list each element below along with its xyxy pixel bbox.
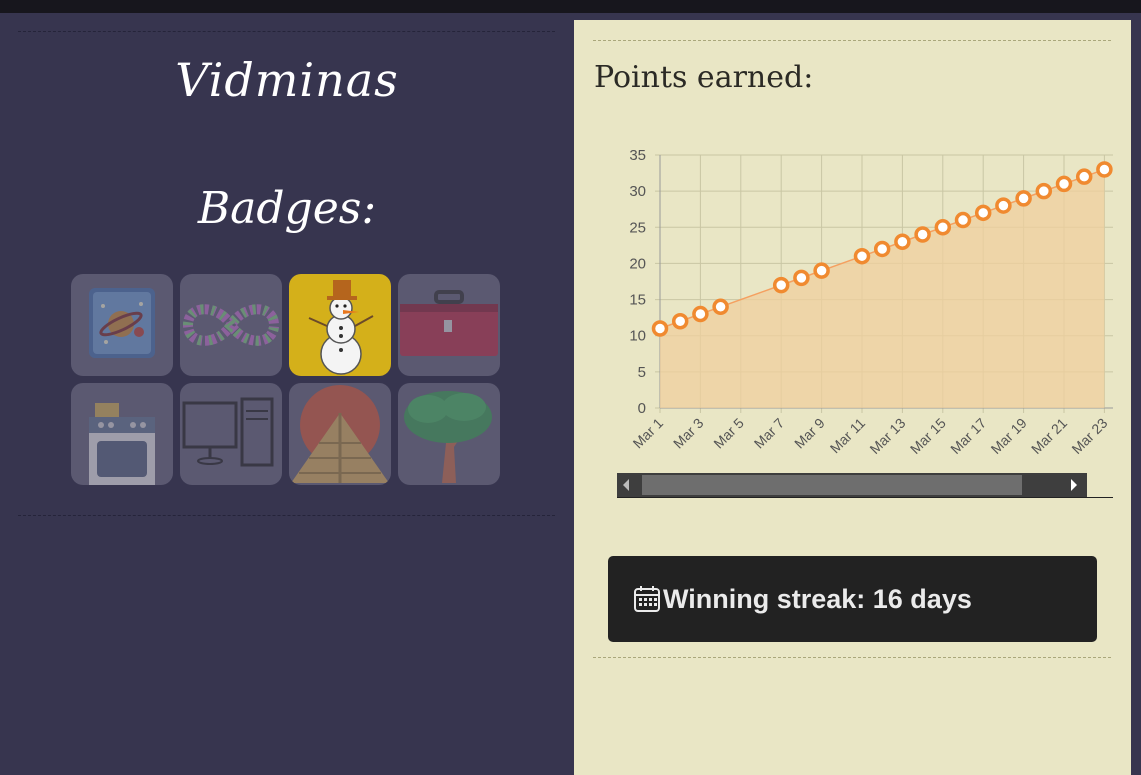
data-point <box>772 276 790 294</box>
data-point <box>671 313 689 330</box>
badge-oven[interactable] <box>71 383 173 485</box>
points-heading: Points earned: <box>594 60 814 95</box>
points-chart: 0 5 10 15 20 25 30 35 Mar 1 Mar 3 Mar 5 Mar 7 Mar 9M… <box>590 135 1113 499</box>
x-tick-label: Mar 5 <box>710 415 747 452</box>
badge-tree[interactable] <box>398 383 500 485</box>
badge-grid <box>71 274 503 488</box>
points-chart-svg: 05101520253035Mar 1 Mar 3 Mar 5 Mar 7 Mar 9M… <box>629 147 1113 457</box>
computer-icon <box>182 397 274 467</box>
stats-panel: Points earned: 0 5 10 15 20 25 30 35 Mar 1 Mar 3M… <box>574 20 1131 775</box>
badge-computer[interactable] <box>180 383 282 485</box>
username-heading: Vidminas <box>175 53 399 107</box>
scroll-right-icon[interactable] <box>1071 479 1077 491</box>
y-tick-label: 0 <box>638 400 646 417</box>
data-point <box>1096 161 1113 178</box>
x-tick-label: Mar 23 <box>1068 415 1110 457</box>
calendar-icon <box>634 586 660 612</box>
x-tick-label: Mar 13 <box>866 415 908 457</box>
streak-text: Winning streak: 16 days <box>663 583 972 614</box>
badge-snowman[interactable] <box>289 274 391 376</box>
scroll-left-icon[interactable] <box>623 479 629 491</box>
y-tick-label: 20 <box>629 255 646 272</box>
data-point <box>894 233 911 250</box>
data-point <box>793 269 810 287</box>
data-point <box>934 219 952 236</box>
profile-panel: Vidminas Badges: <box>0 13 574 775</box>
data-point <box>651 320 669 337</box>
snowman-icon <box>308 280 374 375</box>
top-bar <box>0 0 1141 13</box>
x-tick-label: Mar 17 <box>947 415 989 457</box>
badge-infinity[interactable] <box>180 274 282 376</box>
x-tick-label: Mar 19 <box>988 415 1030 457</box>
divider <box>18 31 555 32</box>
pyramid-icon <box>291 385 389 483</box>
x-tick-label: Mar 7 <box>751 415 788 452</box>
divider <box>593 657 1111 658</box>
toolbox-icon <box>400 290 498 356</box>
y-tick-label: 10 <box>629 328 646 345</box>
data-point <box>873 240 891 258</box>
data-point <box>995 197 1012 214</box>
y-tick-label: 5 <box>638 364 646 381</box>
infinity-icon <box>182 304 280 346</box>
data-point <box>1035 182 1053 200</box>
y-tick-label: 35 <box>629 147 646 164</box>
x-tick-label: Mar 15 <box>907 415 949 457</box>
winning-streak-card: Winning streak: 16 days <box>608 556 1097 642</box>
planet-icon <box>89 288 155 358</box>
divider <box>593 40 1111 41</box>
y-tick-label: 15 <box>629 292 646 309</box>
x-tick-label: Mar 21 <box>1028 415 1070 457</box>
data-point <box>1015 190 1032 207</box>
divider <box>18 515 555 516</box>
scroll-thumb[interactable] <box>642 475 1022 495</box>
oven-icon <box>89 403 155 485</box>
chart-border <box>617 497 1113 498</box>
chart-scrollbar[interactable] <box>617 473 1087 497</box>
badge-pyramid[interactable] <box>289 383 391 485</box>
data-point <box>974 204 992 222</box>
tree-icon <box>404 391 492 483</box>
badges-heading: Badges: <box>197 183 377 234</box>
data-point <box>813 262 830 279</box>
data-point <box>914 226 931 243</box>
x-tick-label: Mar 9 <box>791 415 828 452</box>
page-edge <box>1131 13 1141 775</box>
x-tick-label: Mar 11 <box>827 415 869 457</box>
y-tick-label: 30 <box>629 183 646 200</box>
data-point <box>1055 175 1073 193</box>
data-point <box>692 305 709 323</box>
data-point <box>954 211 972 229</box>
y-tick-label: 25 <box>629 219 646 236</box>
data-point <box>853 247 871 265</box>
badge-toolbox[interactable] <box>398 274 500 376</box>
series-area <box>660 169 1105 408</box>
data-point <box>712 298 729 316</box>
x-tick-label: Mar 3 <box>670 415 707 452</box>
data-point <box>1075 168 1093 185</box>
x-tick-label: Mar 1 <box>629 415 666 452</box>
badge-planet[interactable] <box>71 274 173 376</box>
